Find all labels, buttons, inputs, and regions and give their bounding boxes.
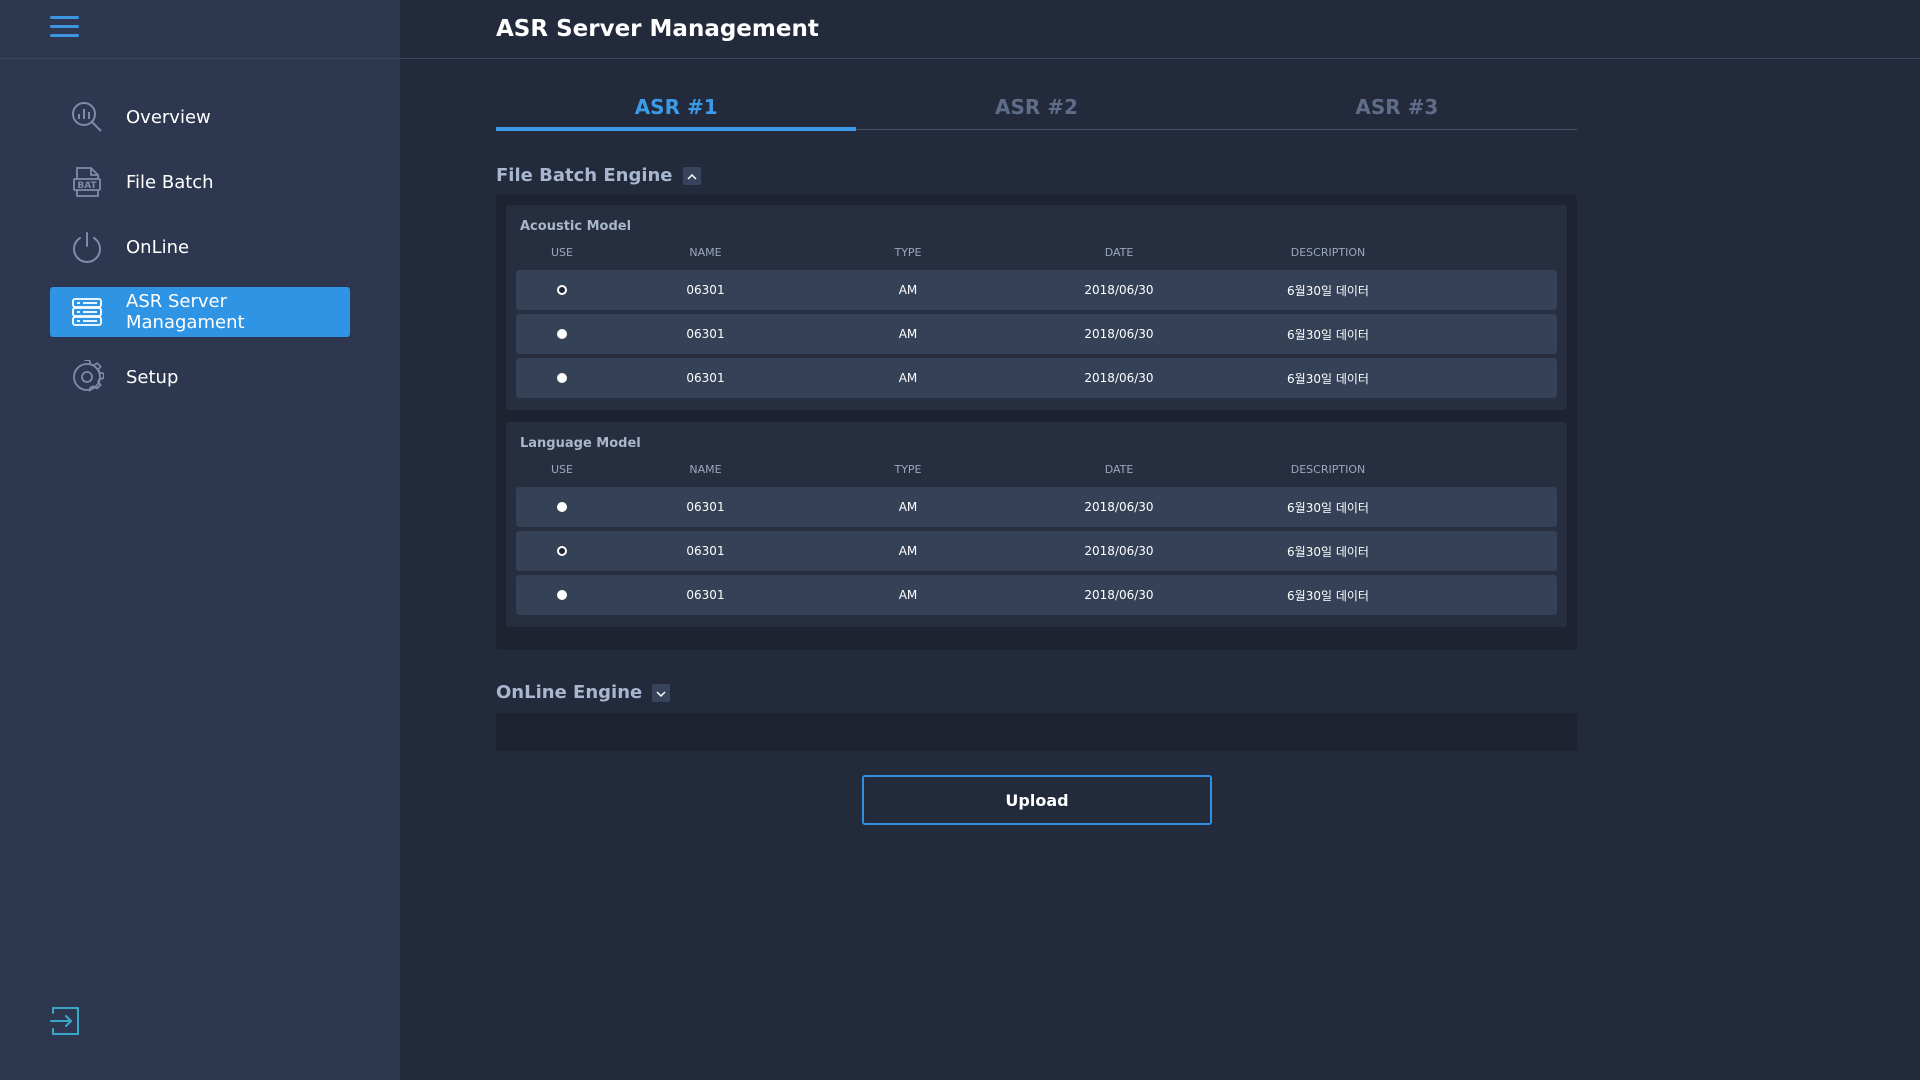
logout-icon[interactable] <box>49 1005 81 1037</box>
model-description: 6월30일 데이터 <box>1287 500 1369 515</box>
column-header-type: TYPE <box>894 246 922 259</box>
hamburger-menu-icon[interactable] <box>50 16 79 40</box>
model-type: AM <box>898 500 918 514</box>
language-model-title: Language Model <box>520 436 641 451</box>
model-date: 2018/06/30 <box>1084 371 1154 385</box>
model-name: 06301 <box>686 327 725 341</box>
expand-online-engine-button[interactable] <box>652 682 671 703</box>
model-date: 2018/06/30 <box>1084 327 1154 341</box>
model-description: 6월30일 데이터 <box>1287 371 1369 386</box>
table-row[interactable]: 06301 AM 2018/06/30 6월30일 데이터 <box>516 358 1557 398</box>
model-description: 6월30일 데이터 <box>1287 283 1369 298</box>
gear-icon <box>70 360 104 394</box>
power-icon <box>70 230 104 264</box>
model-type: AM <box>898 327 918 341</box>
tab-asr-3[interactable]: ASR #3 <box>1217 90 1577 129</box>
model-name: 06301 <box>686 283 725 297</box>
column-header-name: NAME <box>689 463 722 476</box>
use-radio[interactable] <box>557 329 567 339</box>
sidebar-item-asr-server-management[interactable]: ASR Server Managament <box>50 287 350 337</box>
tab-asr-2[interactable]: ASR #2 <box>856 90 1216 129</box>
online-engine-panel <box>496 713 1577 751</box>
overview-search-chart-icon <box>70 100 104 134</box>
column-header-name: NAME <box>689 246 722 259</box>
model-type: AM <box>898 371 918 385</box>
column-header-date: DATE <box>1104 463 1134 476</box>
file-batch-engine-header: File Batch Engine <box>496 165 701 186</box>
table-header: USE NAME TYPE DATE DESCRIPTION <box>516 463 1557 483</box>
svg-text:BAT: BAT <box>77 181 97 191</box>
table-row[interactable]: 06301 AM 2018/06/30 6월30일 데이터 <box>516 575 1557 615</box>
sidebar-item-label: Overview <box>126 106 211 128</box>
model-date: 2018/06/30 <box>1084 500 1154 514</box>
column-header-description: DESCRIPTION <box>1290 463 1366 476</box>
column-header-description: DESCRIPTION <box>1290 246 1366 259</box>
column-header-use: USE <box>551 246 573 259</box>
page-title: ASR Server Management <box>496 16 819 42</box>
acoustic-model-title: Acoustic Model <box>520 219 632 234</box>
tab-asr-1[interactable]: ASR #1 <box>496 90 857 131</box>
use-radio[interactable] <box>557 502 567 512</box>
online-engine-header: OnLine Engine <box>496 682 671 703</box>
chevron-down-icon <box>656 682 666 703</box>
server-list-icon <box>70 295 104 329</box>
model-date: 2018/06/30 <box>1084 544 1154 558</box>
column-header-date: DATE <box>1104 246 1134 259</box>
collapse-file-batch-button[interactable] <box>682 165 701 186</box>
column-header-use: USE <box>551 463 573 476</box>
sidebar-item-label: Setup <box>126 366 179 388</box>
use-radio[interactable] <box>557 590 567 600</box>
model-type: AM <box>898 544 918 558</box>
model-name: 06301 <box>686 588 725 602</box>
online-engine-title: OnLine Engine <box>496 682 643 703</box>
sidebar-header <box>0 0 400 59</box>
file-batch-engine-title: File Batch Engine <box>496 165 673 186</box>
model-date: 2018/06/30 <box>1084 588 1154 602</box>
table-header: USE NAME TYPE DATE DESCRIPTION <box>516 246 1557 266</box>
sidebar-item-online[interactable]: OnLine <box>50 222 350 272</box>
sidebar-item-overview[interactable]: Overview <box>50 92 350 142</box>
table-row[interactable]: 06301 AM 2018/06/30 6월30일 데이터 <box>516 487 1557 527</box>
use-radio[interactable] <box>557 373 567 383</box>
table-row[interactable]: 06301 AM 2018/06/30 6월30일 데이터 <box>516 270 1557 310</box>
acoustic-model-panel: Acoustic Model USE NAME TYPE DATE DESCRI… <box>506 205 1567 410</box>
model-type: AM <box>898 588 918 602</box>
model-description: 6월30일 데이터 <box>1287 544 1369 559</box>
use-radio[interactable] <box>557 546 567 556</box>
sidebar-item-label: ASR Server Managament <box>126 291 245 333</box>
model-name: 06301 <box>686 500 725 514</box>
chevron-up-icon <box>687 165 697 186</box>
file-bat-icon: BAT <box>70 165 104 199</box>
file-batch-engine-panel: Acoustic Model USE NAME TYPE DATE DESCRI… <box>496 195 1577 650</box>
page-header: ASR Server Management <box>400 0 1920 59</box>
sidebar-nav: Overview BAT File Batch OnLine ASR Serve… <box>50 92 350 417</box>
table-row[interactable]: 06301 AM 2018/06/30 6월30일 데이터 <box>516 314 1557 354</box>
model-description: 6월30일 데이터 <box>1287 588 1369 603</box>
model-type: AM <box>898 283 918 297</box>
sidebar: Overview BAT File Batch OnLine ASR Serve… <box>0 0 400 1080</box>
main-content: ASR Server Management ASR #1 ASR #2 ASR … <box>400 0 1920 1080</box>
column-header-type: TYPE <box>894 463 922 476</box>
use-radio[interactable] <box>557 285 567 295</box>
upload-button[interactable]: Upload <box>862 775 1212 825</box>
model-name: 06301 <box>686 544 725 558</box>
model-date: 2018/06/30 <box>1084 283 1154 297</box>
sidebar-item-file-batch[interactable]: BAT File Batch <box>50 157 350 207</box>
language-model-panel: Language Model USE NAME TYPE DATE DESCRI… <box>506 422 1567 627</box>
sidebar-item-setup[interactable]: Setup <box>50 352 350 402</box>
asr-tabs: ASR #1 ASR #2 ASR #3 <box>496 90 1577 131</box>
table-row[interactable]: 06301 AM 2018/06/30 6월30일 데이터 <box>516 531 1557 571</box>
sidebar-item-label: OnLine <box>126 236 190 258</box>
model-description: 6월30일 데이터 <box>1287 327 1369 342</box>
sidebar-item-label: File Batch <box>126 171 214 193</box>
model-name: 06301 <box>686 371 725 385</box>
